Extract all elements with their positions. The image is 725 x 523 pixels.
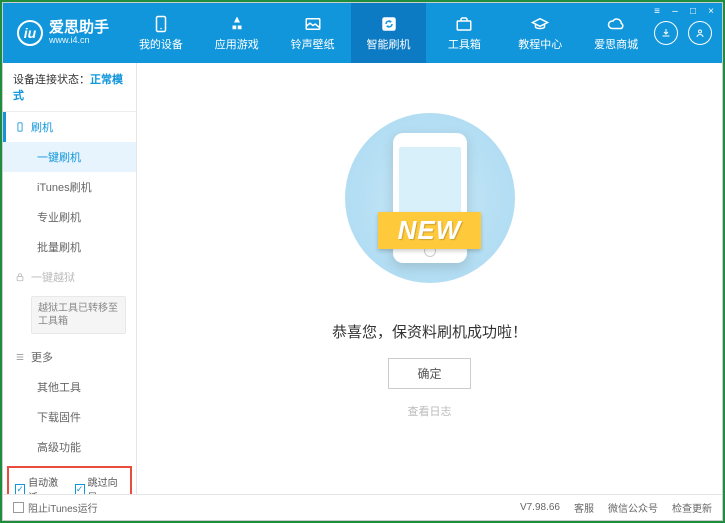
minimize-icon[interactable]: – (668, 5, 682, 17)
option-checkboxes: ✓ 自动激活 ✓ 跳过向导 (7, 466, 132, 494)
nav-store[interactable]: 爱思商城 (578, 3, 654, 63)
view-log-link[interactable]: 查看日志 (408, 403, 452, 419)
nav-ringtone[interactable]: 铃声壁纸 (275, 3, 351, 63)
section-flash[interactable]: 刷机 (3, 112, 136, 142)
checkmark-icon: ✓ (15, 484, 25, 495)
logo-icon: iu (17, 20, 43, 46)
checkbox-skip-guide[interactable]: ✓ 跳过向导 (75, 474, 125, 494)
version-label: V7.98.66 (520, 502, 560, 513)
nav-toolbox[interactable]: 工具箱 (426, 3, 502, 63)
nav-flash[interactable]: 智能刷机 (351, 3, 427, 63)
grad-cap-icon (531, 15, 549, 33)
sidebar-item-batch-flash[interactable]: 批量刷机 (3, 232, 136, 262)
sidebar-item-other-tools[interactable]: 其他工具 (3, 372, 136, 402)
footer-service[interactable]: 客服 (574, 500, 594, 515)
apps-icon (228, 15, 246, 33)
section-jailbreak[interactable]: 一键越狱 (3, 262, 136, 292)
sidebar-item-onekey-flash[interactable]: 一键刷机 (3, 142, 136, 172)
checkbox-block-itunes[interactable]: 阻止iTunes运行 (13, 500, 98, 515)
sidebar-item-advanced[interactable]: 高级功能 (3, 432, 136, 462)
download-button[interactable] (654, 21, 678, 45)
download-icon (660, 27, 672, 39)
checkbox-empty-icon (13, 502, 24, 513)
logo-area: iu 爱思助手 www.i4.cn (3, 3, 123, 63)
app-name: 爱思助手 (49, 20, 109, 37)
sidebar-item-itunes-flash[interactable]: iTunes刷机 (3, 172, 136, 202)
jailbreak-notice: 越狱工具已转移至工具箱 (31, 296, 126, 334)
picture-icon (304, 15, 322, 33)
app-url: www.i4.cn (49, 36, 109, 46)
sidebar-item-pro-flash[interactable]: 专业刷机 (3, 202, 136, 232)
toolbox-icon (455, 15, 473, 33)
body: 设备连接状态：正常模式 刷机 一键刷机 iTunes刷机 专业刷机 批量刷机 一… (3, 63, 722, 494)
refresh-icon (380, 15, 398, 33)
confirm-button[interactable]: 确定 (388, 358, 470, 389)
success-message: 恭喜您，保资料刷机成功啦！ (332, 321, 527, 342)
list-icon (15, 352, 25, 362)
footer: 阻止iTunes运行 V7.98.66 客服 微信公众号 检查更新 (3, 494, 722, 520)
titlebar-controls: ≡ – □ × (650, 5, 718, 17)
connection-status: 设备连接状态：正常模式 (3, 63, 136, 112)
section-more[interactable]: 更多 (3, 342, 136, 372)
nav-tutorial[interactable]: 教程中心 (502, 3, 578, 63)
sidebar: 设备连接状态：正常模式 刷机 一键刷机 iTunes刷机 专业刷机 批量刷机 一… (3, 63, 137, 494)
maximize-icon[interactable]: □ (686, 5, 700, 17)
header: ≡ – □ × iu 爱思助手 www.i4.cn 我的设备 应用游戏 铃声壁纸 (3, 3, 722, 63)
main-content: NEW 恭喜您，保资料刷机成功啦！ 确定 查看日志 (137, 63, 722, 494)
lock-icon (15, 272, 25, 282)
ribbon-icon: NEW (325, 208, 535, 252)
user-icon (694, 27, 706, 39)
nav: 我的设备 应用游戏 铃声壁纸 智能刷机 工具箱 教程中心 (123, 3, 654, 63)
footer-wechat[interactable]: 微信公众号 (608, 500, 658, 515)
phone-small-icon (15, 122, 25, 132)
menu-icon[interactable]: ≡ (650, 5, 664, 17)
footer-update[interactable]: 检查更新 (672, 500, 712, 515)
nav-my-device[interactable]: 我的设备 (123, 3, 199, 63)
sidebar-item-download-fw[interactable]: 下载固件 (3, 402, 136, 432)
phone-icon (152, 15, 170, 33)
checkbox-auto-activate[interactable]: ✓ 自动激活 (15, 474, 65, 494)
cloud-icon (607, 15, 625, 33)
checkmark-icon: ✓ (75, 484, 85, 495)
nav-apps[interactable]: 应用游戏 (199, 3, 275, 63)
success-illustration: NEW (325, 113, 535, 293)
user-button[interactable] (688, 21, 712, 45)
app-window: ≡ – □ × iu 爱思助手 www.i4.cn 我的设备 应用游戏 铃声壁纸 (2, 2, 723, 521)
close-icon[interactable]: × (704, 5, 718, 17)
